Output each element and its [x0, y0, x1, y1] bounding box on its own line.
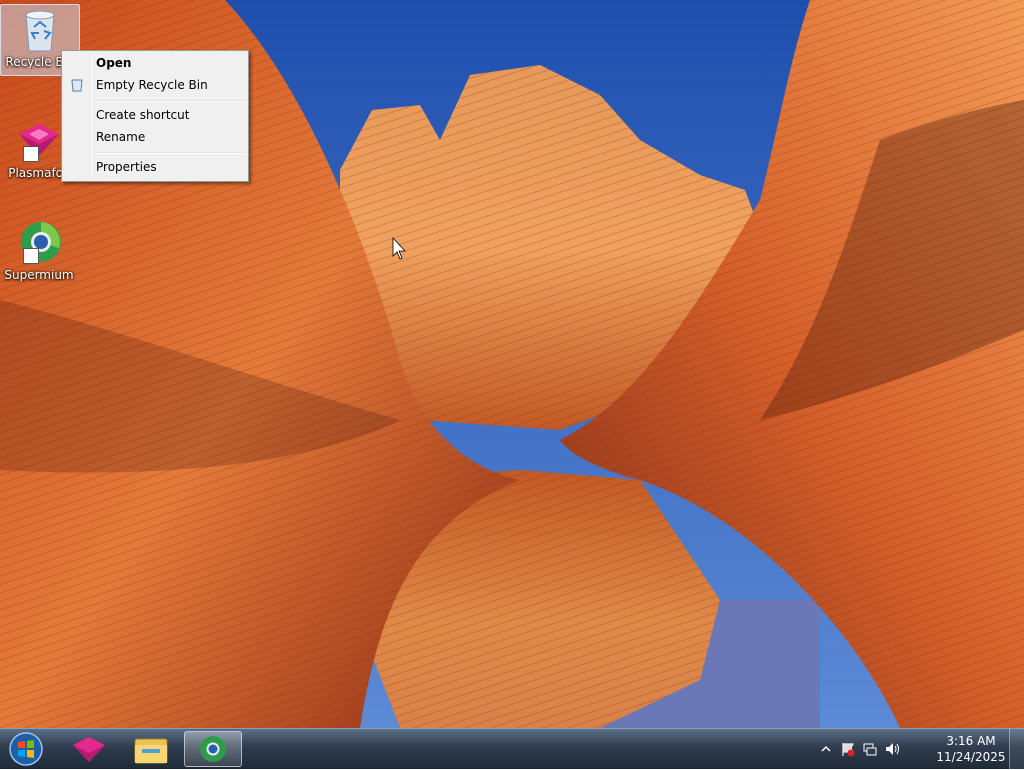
menu-separator	[94, 152, 244, 154]
taskbar-clock[interactable]: 3:16 AM 11/24/2025	[936, 733, 1006, 765]
plasmafox-icon	[15, 116, 63, 164]
menu-item-open[interactable]: Open	[64, 53, 244, 73]
plasmafox-icon	[73, 737, 105, 762]
menu-item-label: Create shortcut	[96, 108, 190, 122]
desktop-icon-supermium[interactable]: Supermium	[0, 214, 78, 282]
volume-icon[interactable]	[884, 741, 900, 757]
context-menu: Open Empty Recycle Bin Create shortcut R…	[61, 50, 249, 182]
shortcut-arrow-icon	[23, 146, 39, 162]
menu-item-label: Empty Recycle Bin	[96, 78, 208, 92]
desktop-icon-label: Supermium	[4, 268, 74, 282]
taskbar-pinned-explorer[interactable]	[122, 731, 180, 767]
windows-logo-icon	[9, 732, 43, 766]
action-center-flag-icon[interactable]	[840, 741, 856, 757]
menu-item-properties[interactable]: Properties	[64, 157, 244, 177]
folder-icon	[134, 738, 168, 764]
menu-item-empty-recycle-bin[interactable]: Empty Recycle Bin	[64, 75, 244, 95]
menu-item-create-shortcut[interactable]: Create shortcut	[64, 105, 244, 125]
show-hidden-icons-chevron[interactable]	[818, 741, 834, 757]
supermium-icon	[200, 736, 226, 762]
menu-separator	[94, 100, 244, 102]
network-icon[interactable]	[862, 741, 878, 757]
shortcut-arrow-icon	[23, 248, 39, 264]
menu-item-rename[interactable]: Rename	[64, 127, 244, 147]
show-desktop-button[interactable]	[1009, 729, 1024, 769]
supermium-icon	[15, 218, 63, 266]
taskbar-pinned-plasmafox[interactable]	[60, 731, 118, 767]
clock-date: 11/24/2025	[936, 750, 1006, 764]
menu-item-label: Rename	[96, 130, 146, 144]
clock-time: 3:16 AM	[946, 734, 996, 748]
taskbar: 3:16 AM 11/24/2025	[0, 728, 1024, 769]
recycle-bin-small-icon	[70, 78, 84, 92]
start-button[interactable]	[6, 731, 46, 767]
recycle-bin-icon	[22, 9, 58, 53]
taskbar-pinned-supermium[interactable]	[184, 731, 242, 767]
menu-item-label: Open	[96, 56, 132, 70]
menu-item-label: Properties	[96, 160, 157, 174]
